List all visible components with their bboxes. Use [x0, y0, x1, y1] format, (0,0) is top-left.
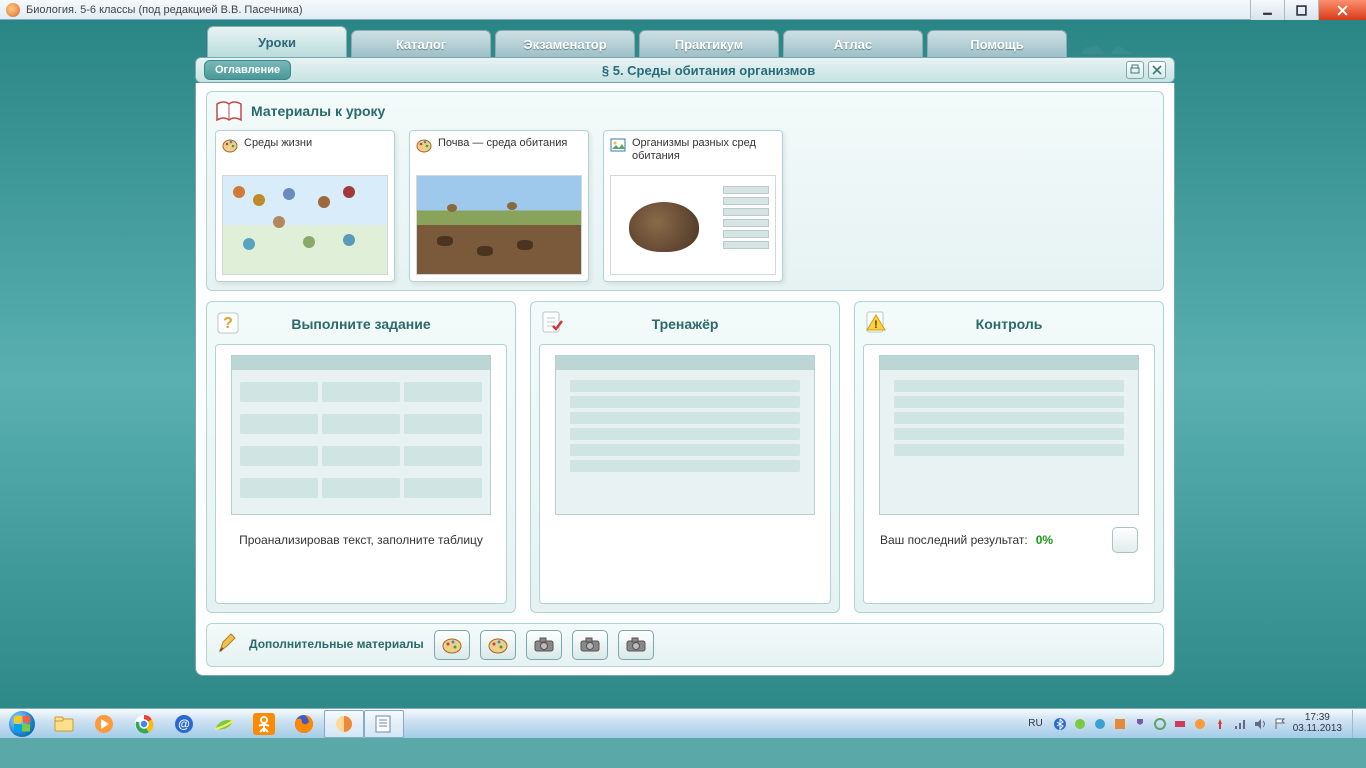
tray-date: 03.11.2013	[1293, 724, 1342, 735]
app-icon	[6, 3, 20, 17]
breadcrumb-bar: Оглавление § 5. Среды обитания организмо…	[195, 57, 1175, 83]
system-tray: RU 17:39 03.11.2013	[1024, 710, 1366, 738]
trainer-heading: Тренажёр	[652, 316, 719, 332]
result-value: 0%	[1036, 533, 1053, 547]
tab-practicum[interactable]: Практикум	[639, 30, 779, 58]
material-thumb-1	[222, 175, 388, 275]
svg-text:?: ?	[223, 315, 233, 332]
book-icon	[215, 100, 243, 122]
assignment-card[interactable]: Проанализировав текст, заполните таблицу	[215, 344, 507, 604]
extra-button-4[interactable]	[572, 630, 608, 660]
content-panel: Материалы к уроку Среды жизни	[195, 83, 1175, 676]
decoration-silhouette	[1077, 36, 1137, 56]
taskbar-mail[interactable]: @	[164, 710, 204, 738]
palette-icon	[416, 137, 432, 153]
taskbar-app-green[interactable]	[204, 710, 244, 738]
taskbar-firefox[interactable]	[284, 710, 324, 738]
palette-icon	[222, 137, 238, 153]
tray-icon-3[interactable]	[1113, 717, 1127, 731]
trainer-section: Тренажёр	[530, 301, 840, 613]
maximize-button[interactable]	[1284, 0, 1318, 20]
tray-time: 17:39	[1305, 713, 1330, 724]
tray-icon-5[interactable]	[1153, 717, 1167, 731]
svg-text:!: !	[874, 319, 878, 331]
material-card-3[interactable]: Организмы разных сред обитания	[603, 130, 783, 282]
taskbar-mediaplayer[interactable]	[84, 710, 124, 738]
trainer-preview	[555, 355, 815, 515]
page-title: § 5. Среды обитания организмов	[291, 63, 1126, 78]
tab-lessons[interactable]: Уроки	[207, 26, 347, 58]
materials-heading: Материалы к уроку	[251, 103, 385, 119]
result-box	[1112, 527, 1138, 553]
tray-volume-icon[interactable]	[1253, 717, 1267, 731]
assignment-caption: Проанализировав текст, заполните таблицу	[239, 533, 483, 547]
extra-button-2[interactable]	[480, 630, 516, 660]
assignment-section: ? Выполните задание	[206, 301, 516, 613]
windows-taskbar: @ RU 17:39 03.11.2013	[0, 708, 1366, 738]
result-label: Ваш последний результат:	[880, 533, 1028, 547]
windows-orb-icon	[9, 711, 35, 737]
window-titlebar: Биология. 5-6 классы (под редакцией В.В.…	[0, 0, 1366, 20]
tray-clock[interactable]: 17:39 03.11.2013	[1293, 713, 1342, 734]
taskbar-ok[interactable]	[244, 710, 284, 738]
taskbar-explorer[interactable]	[44, 710, 84, 738]
tab-examiner[interactable]: Экзаменатор	[495, 30, 635, 58]
material-card-2-title: Почва — среда обитания	[438, 137, 567, 169]
extra-button-5[interactable]	[618, 630, 654, 660]
tray-icon-8[interactable]	[1213, 717, 1227, 731]
material-card-3-title: Организмы разных сред обитания	[632, 137, 776, 169]
window-title: Биология. 5-6 классы (под редакцией В.В.…	[26, 4, 303, 16]
assignment-heading: Выполните задание	[291, 316, 430, 332]
taskbar-app-active-1[interactable]	[324, 710, 364, 738]
close-panel-button[interactable]	[1148, 61, 1166, 79]
control-heading: Контроль	[976, 316, 1043, 332]
tray-icon-1[interactable]	[1073, 717, 1087, 731]
tab-atlas[interactable]: Атлас	[783, 30, 923, 58]
trainer-card[interactable]	[539, 344, 831, 604]
taskbar-chrome[interactable]	[124, 710, 164, 738]
app-frame: Уроки Каталог Экзаменатор Практикум Атла…	[195, 26, 1175, 676]
tab-catalog[interactable]: Каталог	[351, 30, 491, 58]
minimize-button[interactable]	[1250, 0, 1284, 20]
control-card[interactable]: Ваш последний результат: 0%	[863, 344, 1155, 604]
start-button[interactable]	[0, 709, 44, 739]
taskbar-app-active-2[interactable]	[364, 710, 404, 738]
tray-flag-icon[interactable]	[1273, 717, 1287, 731]
print-button[interactable]	[1126, 61, 1144, 79]
tray-icon-2[interactable]	[1093, 717, 1107, 731]
extra-button-1[interactable]	[434, 630, 470, 660]
tray-network-icon[interactable]	[1233, 717, 1247, 731]
main-tabs: Уроки Каталог Экзаменатор Практикум Атла…	[195, 26, 1175, 58]
tray-lang[interactable]: RU	[1024, 718, 1046, 729]
close-button[interactable]	[1318, 0, 1366, 20]
material-card-2[interactable]: Почва — среда обитания	[409, 130, 589, 282]
toc-button[interactable]: Оглавление	[204, 60, 291, 80]
tray-icon-7[interactable]	[1193, 717, 1207, 731]
tray-bluetooth-icon[interactable]	[1053, 717, 1067, 731]
extras-bar: Дополнительные материалы	[206, 623, 1164, 667]
materials-section: Материалы к уроку Среды жизни	[206, 91, 1164, 291]
warning-icon: !	[863, 310, 889, 336]
image-icon	[610, 137, 626, 153]
show-desktop-button[interactable]	[1352, 710, 1360, 738]
extras-label: Дополнительные материалы	[249, 638, 424, 651]
tray-icon-6[interactable]	[1173, 717, 1187, 731]
question-icon: ?	[215, 310, 241, 336]
assignment-preview	[231, 355, 491, 515]
tab-help[interactable]: Помощь	[927, 30, 1067, 58]
control-section: ! Контроль Ваш последний результат	[854, 301, 1164, 613]
material-card-1[interactable]: Среды жизни	[215, 130, 395, 282]
checklist-icon	[539, 310, 565, 336]
tray-icon-4[interactable]	[1133, 717, 1147, 731]
material-thumb-2	[416, 175, 582, 275]
pencil-icon	[217, 632, 239, 659]
control-preview	[879, 355, 1139, 515]
svg-text:@: @	[178, 717, 190, 731]
material-card-1-title: Среды жизни	[244, 137, 312, 169]
extra-button-3[interactable]	[526, 630, 562, 660]
material-thumb-3	[610, 175, 776, 275]
